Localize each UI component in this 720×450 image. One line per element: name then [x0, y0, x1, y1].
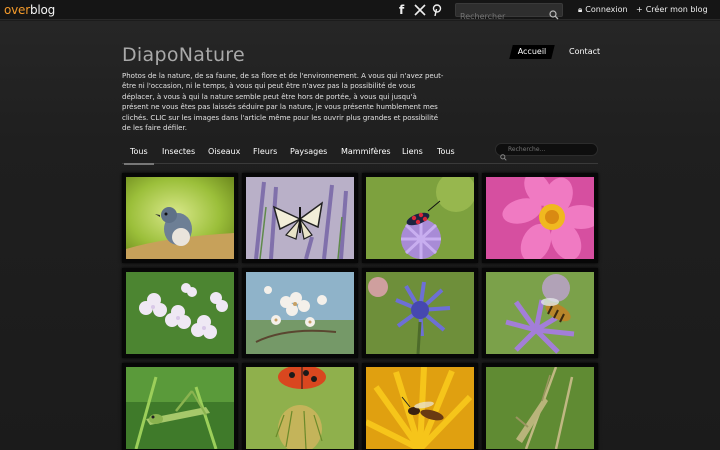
create-blog-link[interactable]: + Créer mon blog — [636, 4, 708, 16]
tab-tous-2[interactable]: Tous — [437, 146, 455, 158]
white-flowers-photo — [126, 272, 234, 354]
nav-contact[interactable]: Contact — [569, 46, 600, 58]
blog-description: Photos de la nature, de sa faune, de sa … — [122, 72, 444, 133]
gallery-item[interactable] — [122, 268, 238, 358]
nav-accueil[interactable]: Accueil — [509, 45, 555, 59]
pinterest-icon[interactable] — [432, 2, 442, 20]
gallery-item[interactable] — [122, 363, 238, 450]
blossom-photo — [246, 272, 354, 354]
swallowtail-butterfly-photo — [246, 177, 354, 259]
tab-oiseaux[interactable]: Oiseaux — [208, 146, 240, 158]
nav-accueil-label: Accueil — [517, 47, 547, 56]
plus-icon: + — [636, 5, 643, 14]
lock-icon: 🔒︎ — [578, 5, 583, 14]
tab-fleurs[interactable]: Fleurs — [253, 146, 277, 158]
gallery-search-box — [495, 143, 598, 161]
facebook-icon[interactable]: f — [399, 2, 404, 18]
ladybird-photo — [246, 367, 354, 449]
login-label: Connexion — [585, 5, 628, 14]
tab-insectes[interactable]: Insectes — [162, 146, 195, 158]
gallery-item[interactable] — [362, 173, 478, 263]
tab-tous[interactable]: Tous — [124, 146, 154, 165]
search-icon — [500, 146, 507, 165]
gallery-item[interactable] — [482, 173, 598, 263]
grasshopper-photo — [126, 367, 234, 449]
wasp-on-yellow-flower-photo — [366, 367, 474, 449]
gallery-item[interactable] — [362, 268, 478, 358]
x-twitter-icon[interactable] — [414, 2, 426, 20]
gallery-item[interactable] — [122, 173, 238, 263]
overblog-logo[interactable]: overblog — [4, 2, 55, 18]
burnet-moth-photo — [366, 177, 474, 259]
blog-title[interactable]: DiapoNature — [122, 43, 245, 67]
gallery-item[interactable] — [242, 173, 358, 263]
gallery-item[interactable] — [362, 363, 478, 450]
logo-part-over: over — [4, 3, 30, 17]
cornflower-photo — [366, 272, 474, 354]
create-blog-label: Créer mon blog — [645, 5, 708, 14]
overblog-topbar: overblog f 🔒︎Connexion +Créer mon blog — [0, 0, 720, 23]
gallery-item[interactable] — [482, 268, 598, 358]
photo-gallery — [122, 173, 598, 450]
login-link[interactable]: 🔒︎ Connexion — [578, 4, 628, 16]
logo-part-blog: blog — [29, 3, 56, 17]
pink-cosmos-photo — [486, 177, 594, 259]
green-cricket-photo — [486, 367, 594, 449]
bird-photo — [126, 177, 234, 259]
bee-on-cornflower-photo — [486, 272, 594, 354]
tab-mammiferes[interactable]: Mammifères — [341, 146, 391, 158]
gallery-item[interactable] — [482, 363, 598, 450]
blog-main: DiapoNature Accueil Contact Photos de la… — [0, 21, 720, 450]
blog-search-box — [455, 3, 563, 23]
tab-paysages[interactable]: Paysages — [290, 146, 327, 158]
gallery-item[interactable] — [242, 363, 358, 450]
gallery-item[interactable] — [242, 268, 358, 358]
tab-liens[interactable]: Liens — [402, 146, 423, 158]
gallery-search-input[interactable] — [508, 144, 594, 155]
